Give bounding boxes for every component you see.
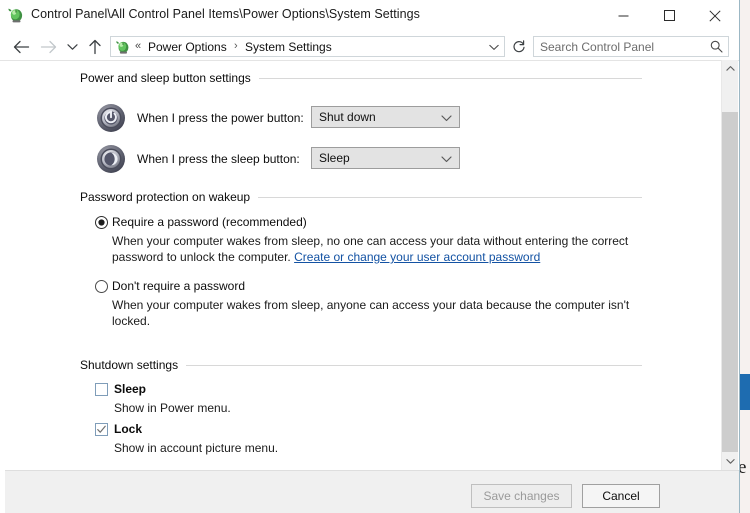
settings-panel: Power and sleep button settings When I p… bbox=[0, 61, 722, 470]
checkbox-lock-label[interactable]: Lock bbox=[114, 422, 142, 436]
scrollbar-thumb[interactable] bbox=[722, 112, 738, 452]
scroll-down-chevron-icon[interactable] bbox=[722, 453, 738, 470]
dialog-footer: Save changes Cancel bbox=[0, 470, 739, 513]
group-header-shutdown-settings: Shutdown settings bbox=[80, 357, 642, 373]
radio-dont-require-password[interactable] bbox=[95, 280, 108, 293]
navigation-bar: « Power Options › System Settings Search… bbox=[0, 32, 739, 61]
create-change-password-link[interactable]: Create or change your user account passw… bbox=[294, 250, 540, 264]
cancel-button[interactable]: Cancel bbox=[582, 484, 660, 508]
chevron-down-icon bbox=[441, 153, 452, 163]
group-header-power-sleep-label: Power and sleep button settings bbox=[80, 71, 251, 85]
close-button[interactable] bbox=[692, 0, 738, 31]
search-input[interactable]: Search Control Panel bbox=[533, 36, 729, 57]
checkmark-icon bbox=[97, 425, 106, 433]
group-header-password-protection: Password protection on wakeup bbox=[80, 189, 642, 205]
up-arrow-icon[interactable] bbox=[83, 32, 107, 61]
search-icon[interactable] bbox=[710, 40, 723, 53]
forward-arrow-icon bbox=[35, 32, 61, 61]
group-header-rule bbox=[258, 196, 642, 198]
checkbox-lock-description: Show in account picture menu. bbox=[114, 441, 279, 455]
power-button-icon bbox=[96, 103, 126, 133]
settings-content-area: Power and sleep button settings When I p… bbox=[0, 60, 739, 470]
search-placeholder: Search Control Panel bbox=[540, 40, 655, 54]
maximize-button[interactable] bbox=[646, 0, 692, 31]
sleep-button-setting-label: When I press the sleep button: bbox=[137, 152, 300, 166]
group-header-password-protection-label: Password protection on wakeup bbox=[80, 190, 251, 204]
footer-left-edge bbox=[0, 470, 5, 513]
window-title: Control Panel\All Control Panel Items\Po… bbox=[31, 7, 420, 21]
power-button-setting-label: When I press the power button: bbox=[137, 111, 304, 125]
power-button-action-select[interactable]: Shut down bbox=[311, 106, 460, 128]
power-button-action-value: Shut down bbox=[319, 110, 376, 124]
radio-require-password-label[interactable]: Require a password (recommended) bbox=[112, 215, 307, 229]
dont-require-password-description: When your computer wakes from sleep, any… bbox=[112, 298, 630, 328]
title-bar[interactable]: Control Panel\All Control Panel Items\Po… bbox=[0, 0, 739, 32]
checkbox-sleep[interactable] bbox=[95, 383, 108, 396]
group-header-shutdown-settings-label: Shutdown settings bbox=[80, 358, 179, 372]
group-header-rule bbox=[186, 364, 642, 366]
radio-require-password[interactable] bbox=[95, 216, 108, 229]
group-header-power-sleep: Power and sleep button settings bbox=[80, 70, 642, 86]
checkbox-lock[interactable] bbox=[95, 423, 108, 436]
breadcrumb-overflow-chevrons[interactable]: « bbox=[135, 40, 141, 52]
sleep-button-action-select[interactable]: Sleep bbox=[311, 147, 460, 169]
scroll-up-chevron-icon[interactable] bbox=[722, 60, 738, 77]
require-password-description: When your computer wakes from sleep, no … bbox=[112, 233, 642, 265]
desktop-blue-element bbox=[740, 374, 750, 410]
refresh-icon[interactable] bbox=[508, 36, 529, 57]
group-header-rule bbox=[258, 77, 642, 79]
sleep-button-action-value: Sleep bbox=[319, 151, 350, 165]
checkbox-sleep-description: Show in Power menu. bbox=[114, 401, 231, 415]
sleep-button-icon bbox=[96, 144, 126, 174]
radio-dont-require-password-label[interactable]: Don't require a password bbox=[112, 279, 245, 293]
back-arrow-icon[interactable] bbox=[8, 32, 34, 61]
address-bar[interactable]: « Power Options › System Settings bbox=[110, 36, 505, 57]
recent-locations-chevron-icon[interactable] bbox=[62, 32, 82, 61]
breadcrumb-system-settings[interactable]: System Settings bbox=[245, 40, 332, 54]
checkbox-sleep-label[interactable]: Sleep bbox=[114, 382, 146, 396]
breadcrumb-separator-icon[interactable]: › bbox=[234, 40, 238, 52]
save-changes-button[interactable]: Save changes bbox=[471, 484, 572, 508]
control-panel-window: Control Panel\All Control Panel Items\Po… bbox=[0, 0, 740, 513]
breadcrumb-power-options[interactable]: Power Options bbox=[148, 40, 227, 54]
minimize-button[interactable] bbox=[600, 0, 646, 31]
chevron-down-icon bbox=[441, 112, 452, 122]
chevron-down-icon[interactable] bbox=[487, 41, 501, 54]
power-options-icon bbox=[115, 39, 131, 55]
vertical-scrollbar[interactable] bbox=[721, 60, 738, 470]
power-options-icon bbox=[7, 6, 25, 24]
